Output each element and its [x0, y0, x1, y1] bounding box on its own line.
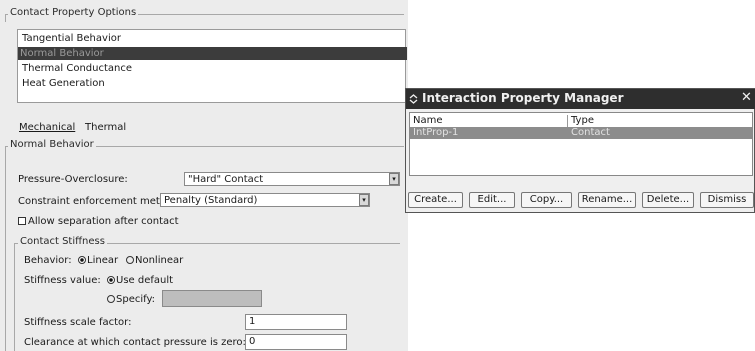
- edit-contact-property-panel: Contact Property Options Tangential Beha…: [0, 0, 408, 351]
- radio-specify[interactable]: Specify:: [107, 294, 155, 305]
- rename-button[interactable]: Rename...: [578, 192, 636, 208]
- contact-stiffness-title: Contact Stiffness: [18, 236, 107, 247]
- contact-options-title: Contact Property Options: [8, 7, 139, 18]
- column-header-type[interactable]: Type: [571, 115, 594, 126]
- radio-linear-label: Linear: [87, 255, 119, 266]
- radio-linear[interactable]: Linear: [78, 255, 118, 266]
- row-type-cell: Contact: [571, 127, 610, 138]
- list-item-heat-generation[interactable]: Heat Generation: [20, 77, 107, 90]
- close-icon[interactable]: ✕: [741, 90, 755, 108]
- scale-factor-label: Stiffness scale factor:: [24, 317, 132, 328]
- contact-options-list[interactable]: Tangential Behavior Normal Behavior Ther…: [17, 29, 407, 103]
- normal-behavior-title: Normal Behavior: [8, 139, 96, 150]
- radio-nonlinear-dot[interactable]: [126, 256, 134, 264]
- constraint-method-label: Constraint enforcement method:: [18, 196, 183, 207]
- create-button[interactable]: Create...: [408, 192, 463, 208]
- menu-thermal[interactable]: Thermal: [85, 122, 126, 133]
- normal-group-border-left: [5, 146, 6, 351]
- row-name-cell: IntProp-1: [413, 127, 459, 138]
- restore-icon[interactable]: [409, 94, 418, 104]
- property-table: Name Type IntProp-1 Contact: [409, 112, 753, 176]
- list-item-thermal-conductance[interactable]: Thermal Conductance: [20, 62, 134, 75]
- clearance-label: Clearance at which contact pressure is z…: [24, 337, 246, 348]
- dialog-title: Interaction Property Manager: [422, 91, 624, 105]
- radio-use-default-dot[interactable]: [107, 276, 115, 284]
- stiffness-value-label: Stiffness value:: [24, 275, 101, 286]
- column-header-name[interactable]: Name: [413, 115, 443, 126]
- allow-separation-checkbox[interactable]: [18, 217, 26, 225]
- pressure-overclosure-select[interactable]: "Hard" Contact: [184, 172, 400, 186]
- column-divider: [567, 115, 568, 127]
- radio-use-default-label: Use default: [116, 275, 174, 286]
- edit-button[interactable]: Edit...: [469, 192, 515, 208]
- radio-use-default[interactable]: Use default: [107, 275, 173, 286]
- constraint-method-select[interactable]: Penalty (Standard): [160, 193, 370, 207]
- pressure-overclosure-label: Pressure-Overclosure:: [18, 174, 128, 185]
- radio-nonlinear-label: Nonlinear: [135, 255, 184, 266]
- allow-separation-row[interactable]: Allow separation after contact: [18, 216, 179, 227]
- behavior-label: Behavior:: [24, 255, 72, 266]
- radio-linear-dot[interactable]: [78, 256, 86, 264]
- dropdown-arrow-icon[interactable]: ▾: [389, 173, 399, 185]
- interaction-property-manager-dialog: Interaction Property Manager ✕ Name Type…: [405, 88, 755, 213]
- menu-mechanical[interactable]: Mechanical: [19, 122, 75, 133]
- radio-specify-label: Specify:: [116, 294, 156, 305]
- dismiss-button[interactable]: Dismiss: [700, 192, 754, 208]
- allow-separation-label: Allow separation after contact: [28, 216, 179, 227]
- stiffness-group-border-left: [14, 243, 15, 351]
- clearance-input[interactable]: 0: [245, 334, 347, 350]
- delete-button[interactable]: Delete...: [642, 192, 694, 208]
- list-item-normal-selected[interactable]: Normal Behavior: [18, 47, 407, 60]
- table-row[interactable]: IntProp-1 Contact: [410, 127, 752, 139]
- scale-factor-input[interactable]: 1: [245, 314, 347, 330]
- list-item-tangential[interactable]: Tangential Behavior: [20, 32, 123, 45]
- dialog-title-bar[interactable]: Interaction Property Manager ✕: [406, 89, 755, 109]
- specify-value-input[interactable]: [162, 290, 262, 307]
- radio-specify-dot[interactable]: [107, 295, 115, 303]
- radio-nonlinear[interactable]: Nonlinear: [126, 255, 183, 266]
- dropdown-arrow-icon[interactable]: ▾: [359, 194, 369, 206]
- options-group-border-left: [5, 14, 6, 22]
- copy-button[interactable]: Copy...: [521, 192, 572, 208]
